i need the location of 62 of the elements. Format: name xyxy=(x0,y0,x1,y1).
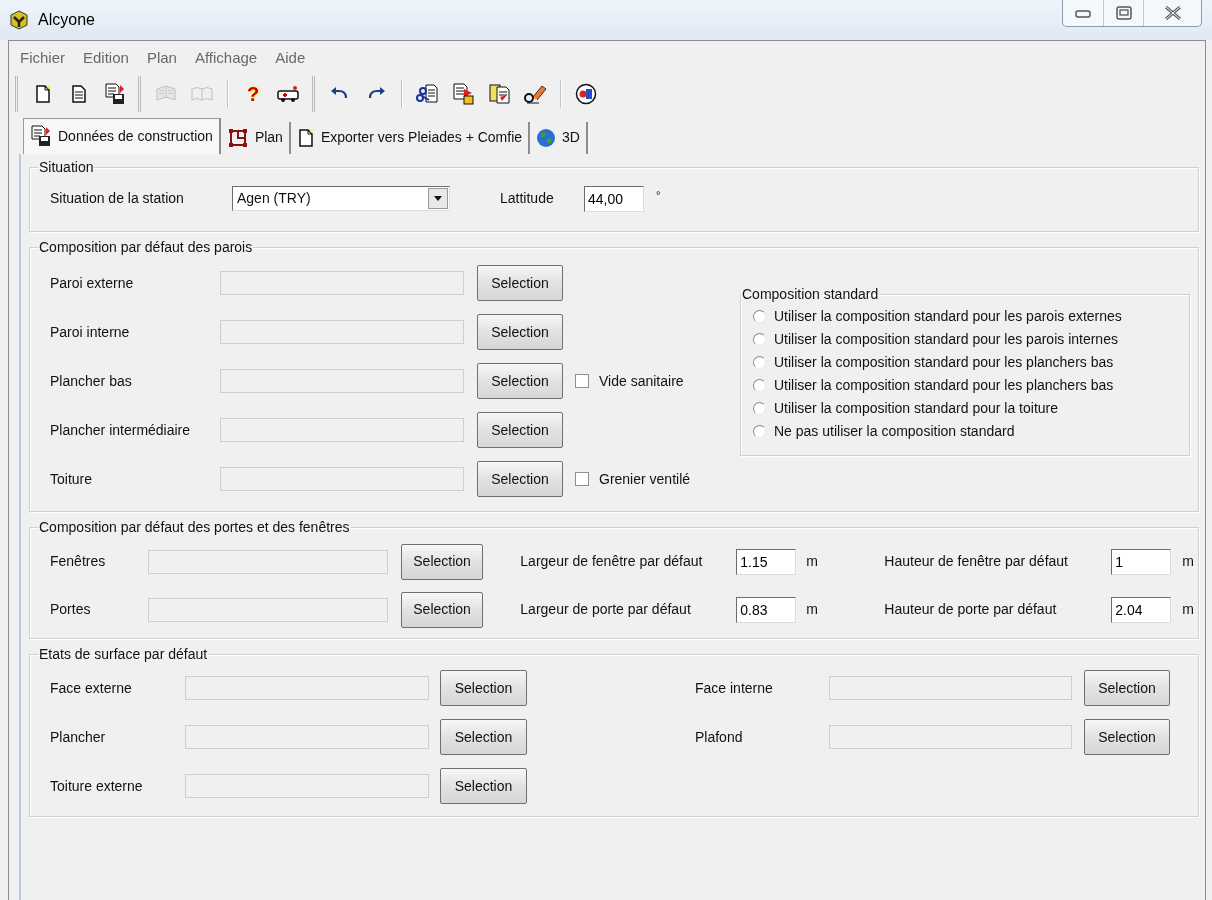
field-label: Hauteur de fenêtre par défaut xyxy=(884,552,1069,572)
select-button[interactable]: Selection xyxy=(1084,670,1170,707)
input-field[interactable]: 1 xyxy=(1111,548,1172,575)
help-button[interactable]: ? xyxy=(238,78,268,109)
radio-label: Utiliser la composition standard pour les parois internes xyxy=(774,329,1118,349)
select-button[interactable]: Selection xyxy=(477,461,563,498)
select-button[interactable]: Selection xyxy=(440,719,527,756)
unit-label: ° xyxy=(656,187,661,203)
field-label: Plancher xyxy=(50,727,107,747)
select-button[interactable]: Selection xyxy=(477,412,563,449)
input-field[interactable]: 2.04 xyxy=(1111,596,1172,623)
field-label: Largeur de fenêtre par défaut xyxy=(520,552,704,572)
unit-label: m xyxy=(1182,552,1194,572)
select-button[interactable]: Selection xyxy=(400,543,484,580)
radio-label: Utiliser la composition standard pour les planchers bas xyxy=(774,375,1114,395)
checkbox-label: Grenier ventilé xyxy=(599,469,691,489)
group-title: Composition par défaut des parois xyxy=(38,239,254,256)
station-dropdown[interactable]: Agen (TRY) xyxy=(232,186,450,212)
select-button[interactable]: Selection xyxy=(440,768,527,805)
field-label: Fenêtres xyxy=(50,552,107,572)
input-field[interactable]: 0.83 xyxy=(736,596,797,623)
select-button[interactable]: Selection xyxy=(477,363,563,400)
select-button[interactable]: Selection xyxy=(477,265,563,302)
select-button[interactable]: Selection xyxy=(440,670,527,707)
field-label: Lattitude xyxy=(500,189,555,209)
field-label: Portes xyxy=(50,600,92,620)
field-label: Largeur de porte par défaut xyxy=(520,600,692,620)
input-field[interactable]: 1.15 xyxy=(736,548,797,575)
radio-label: Utiliser la composition standard pour les parois externes xyxy=(774,306,1122,326)
input-field[interactable]: 44,00 xyxy=(584,185,644,212)
field-label: Paroi externe xyxy=(50,273,135,293)
field-label: Toiture xyxy=(50,469,94,489)
group-title: Composition standard xyxy=(741,287,880,303)
field-label: Hauteur de porte par défaut xyxy=(884,600,1058,620)
select-button[interactable]: Selection xyxy=(477,314,563,351)
menu-item[interactable]: Fichier xyxy=(11,45,74,72)
window-title: Alcyone xyxy=(38,10,95,30)
radio-label: Ne pas utiliser la composition standard xyxy=(774,421,1015,441)
field-label: Plafond xyxy=(695,727,744,747)
unit-label: m xyxy=(806,600,819,620)
tab[interactable]: Données de construction xyxy=(23,117,221,154)
radio-label: Utiliser la composition standard pour la toiture xyxy=(774,398,1059,418)
field-label: Paroi interne xyxy=(50,322,131,342)
menu-item[interactable]: Edition xyxy=(74,45,138,72)
field-label: Situation de la station xyxy=(50,189,185,209)
radio-label: Utiliser la composition standard pour les planchers bas xyxy=(774,352,1114,372)
field-label: Face interne xyxy=(695,678,774,698)
select-button[interactable]: Selection xyxy=(400,591,484,628)
field-label: Toiture externe xyxy=(50,776,144,796)
group-title: Etats de surface par défaut xyxy=(38,646,209,663)
unit-label: m xyxy=(1182,600,1194,620)
field-label: Plancher intermédiaire xyxy=(50,420,192,440)
group-title: Situation xyxy=(38,159,95,175)
group-title: Composition par défaut des portes et des fenêtres xyxy=(38,520,351,536)
field-label: Plancher bas xyxy=(50,371,133,391)
select-button[interactable]: Selection xyxy=(1084,719,1170,756)
menu-item[interactable]: Aide xyxy=(266,45,315,72)
unit-label: m xyxy=(806,552,819,572)
menu-item[interactable]: Affichage xyxy=(185,45,267,72)
menu-item[interactable]: Plan xyxy=(137,45,186,72)
checkbox-label: Vide sanitaire xyxy=(599,371,684,391)
field-label: Face externe xyxy=(50,678,133,698)
